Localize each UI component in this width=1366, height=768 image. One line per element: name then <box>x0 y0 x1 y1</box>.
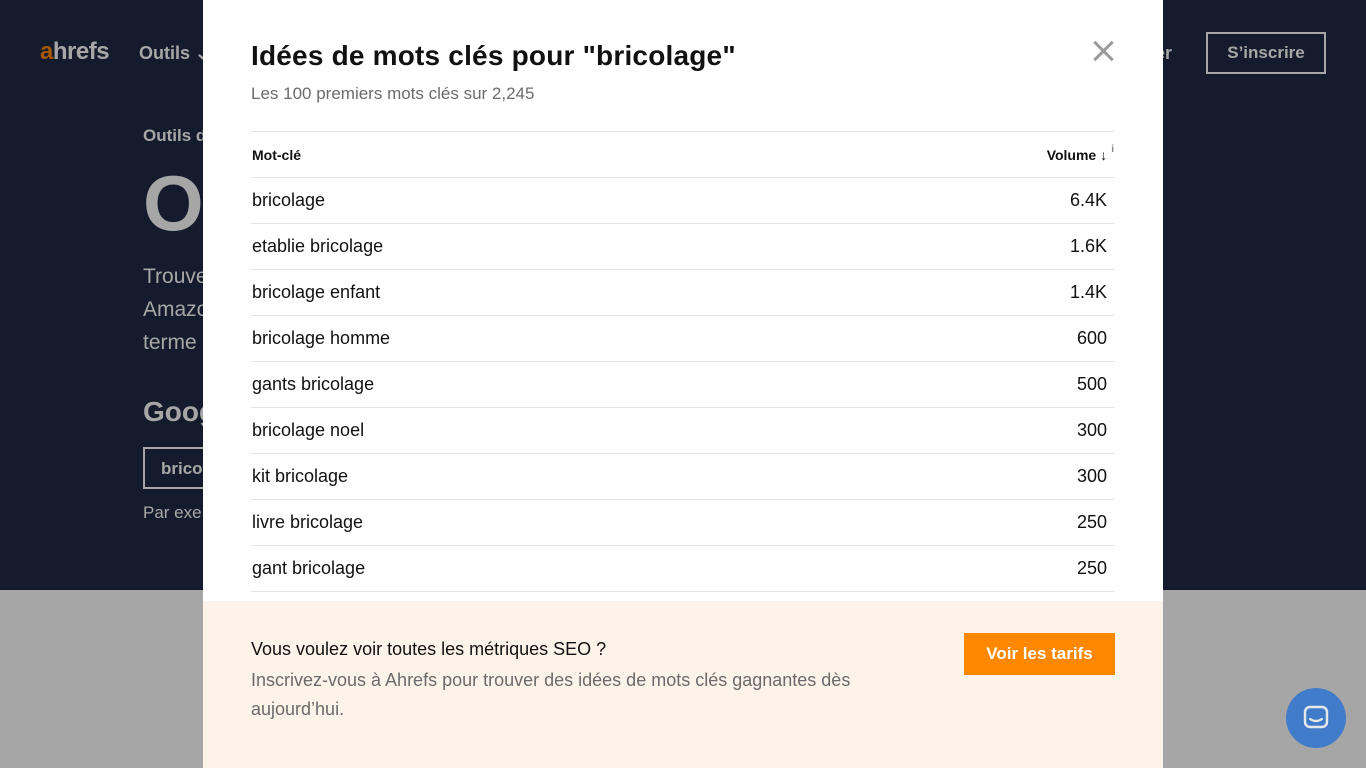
view-pricing-button[interactable]: Voir les tarifs <box>964 633 1115 675</box>
keyword-cell: bricolage noel <box>252 420 365 440</box>
volume-cell: 500 <box>1076 374 1107 394</box>
close-icon[interactable] <box>1088 36 1118 66</box>
keyword-cell: livre bricolage <box>252 512 364 532</box>
keyword-cell: gant bricolage <box>252 558 366 578</box>
keyword-cell: gants bricolage <box>252 374 375 394</box>
column-volume[interactable]: Volume ↓ i <box>1046 144 1114 163</box>
keyword-table: Mot-clé Volume ↓ i bricolage 6.4K etablie… <box>251 131 1115 592</box>
table-row: bricolage 6.4K <box>251 178 1115 224</box>
volume-cell: 300 <box>1076 420 1107 440</box>
chat-icon <box>1303 705 1329 729</box>
volume-cell: 600 <box>1076 328 1107 348</box>
volume-cell: 300 <box>1076 466 1107 486</box>
keyword-cell: etablie bricolage <box>252 236 384 256</box>
table-row: bricolage noel 300 <box>251 408 1115 454</box>
table-row: bricolage enfant 1.4K <box>251 270 1115 316</box>
volume-cell: 250 <box>1076 558 1107 578</box>
keyword-cell: bricolage enfant <box>252 282 381 302</box>
sort-down-icon[interactable]: ↓ <box>1100 147 1107 163</box>
upgrade-description: Inscrivez-vous à Ahrefs pour trouver des… <box>251 670 851 719</box>
table-row: gants bricolage 500 <box>251 362 1115 408</box>
keyword-cell: kit bricolage <box>252 466 349 486</box>
table-row: etablie bricolage 1.6K <box>251 224 1115 270</box>
modal-title: Idées de mots clés pour "bricolage" <box>251 40 736 71</box>
keyword-cell: bricolage <box>252 190 326 210</box>
modal-subtitle: Les 100 premiers mots clés sur 2,245 <box>251 84 535 103</box>
keyword-ideas-modal: Idées de mots clés pour "bricolage" Les … <box>203 0 1163 768</box>
column-keyword: Mot-clé <box>252 146 301 163</box>
upgrade-title: Vous voulez voir toutes les métriques SE… <box>251 639 607 659</box>
table-row: kit bricolage 300 <box>251 454 1115 500</box>
table-header: Mot-clé Volume ↓ i <box>251 132 1115 178</box>
table-row: livre bricolage 250 <box>251 500 1115 546</box>
chat-launcher-button[interactable] <box>1286 688 1346 748</box>
table-row: gant bricolage 250 <box>251 546 1115 592</box>
column-volume-label: Volume <box>1046 146 1097 163</box>
volume-cell: 6.4K <box>1069 190 1107 210</box>
volume-cell: 250 <box>1076 512 1107 532</box>
upgrade-banner: Vous voulez voir toutes les métriques SE… <box>203 601 1163 768</box>
volume-cell: 1.6K <box>1069 236 1107 256</box>
info-icon[interactable]: i <box>1111 144 1114 155</box>
volume-cell: 1.4K <box>1069 282 1107 302</box>
table-row: bricolage homme 600 <box>251 316 1115 362</box>
keyword-cell: bricolage homme <box>252 328 391 348</box>
